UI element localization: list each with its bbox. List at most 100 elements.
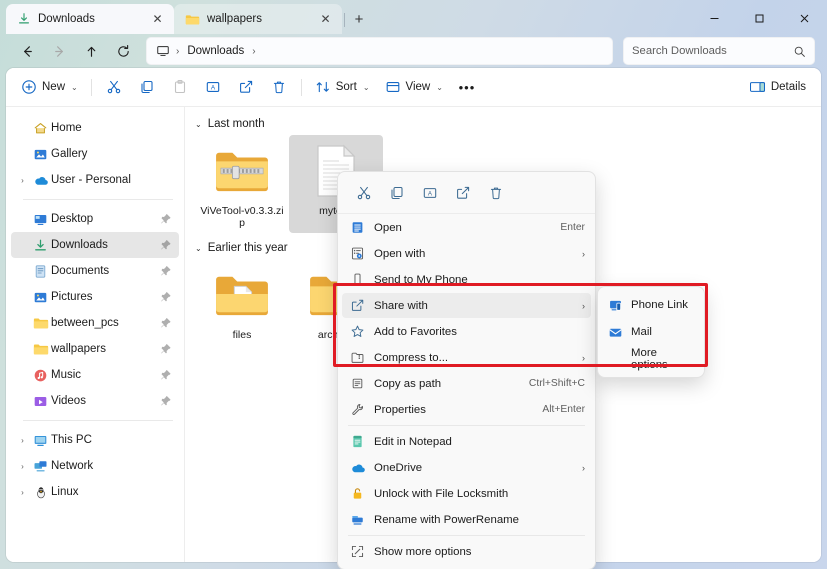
- more-button[interactable]: •••: [451, 73, 483, 102]
- delete-button[interactable]: [263, 73, 295, 102]
- menu-item-copy-as-path[interactable]: Copy as path Ctrl+Shift+C: [342, 371, 591, 396]
- submenu-item-label: More options: [631, 347, 668, 371]
- sidebar-item-music[interactable]: Music: [11, 362, 179, 388]
- file-explorer-window: Downloads ✕ wallpapers ✕ + › Downloads ›…: [0, 0, 827, 569]
- pin-icon[interactable]: [160, 395, 172, 407]
- new-button[interactable]: New ⌄: [14, 73, 85, 102]
- sidebar-item-between-pcs[interactable]: between_pcs: [11, 310, 179, 336]
- tab-label: wallpapers: [207, 13, 262, 25]
- pin-icon[interactable]: [160, 265, 172, 277]
- view-button[interactable]: View ⌄: [378, 73, 450, 102]
- pin-icon[interactable]: [160, 369, 172, 381]
- sidebar-divider: [23, 199, 173, 200]
- new-tab-button[interactable]: +: [346, 6, 372, 32]
- forward-button[interactable]: [44, 38, 74, 65]
- sidebar-item-desktop[interactable]: Desktop: [11, 206, 179, 232]
- folder-with-file-icon: [213, 264, 271, 326]
- chevron-right-icon[interactable]: ›: [15, 176, 30, 185]
- cut-icon[interactable]: [348, 179, 379, 207]
- breadcrumb[interactable]: › Downloads ›: [146, 37, 613, 65]
- pin-icon[interactable]: [160, 317, 172, 329]
- chevron-down-icon: ⌄: [436, 82, 443, 92]
- downloads-icon: [17, 12, 31, 26]
- close-icon[interactable]: ✕: [317, 11, 334, 28]
- menu-item-share-with[interactable]: Share with ›: [342, 293, 591, 318]
- sidebar-item-downloads[interactable]: Downloads: [11, 232, 179, 258]
- pin-icon[interactable]: [160, 239, 172, 251]
- folder-icon: [30, 316, 51, 330]
- file-item-files[interactable]: files: [195, 259, 289, 345]
- submenu-item-phone-link[interactable]: Phone Link: [602, 292, 700, 318]
- sidebar-item-label: Documents: [51, 265, 110, 277]
- tab-downloads[interactable]: Downloads ✕: [6, 4, 174, 34]
- menu-item-properties[interactable]: Properties Alt+Enter: [342, 397, 591, 422]
- menu-item-unlock-with-file-locksmith[interactable]: Unlock with File Locksmith: [342, 481, 591, 506]
- sidebar-item-label: Desktop: [51, 213, 94, 225]
- sidebar-item-this-pc[interactable]: › This PC: [11, 427, 179, 453]
- sidebar-item-wallpapers[interactable]: wallpapers: [11, 336, 179, 362]
- folder-icon: [30, 342, 51, 356]
- menu-item-open[interactable]: Open Enter: [342, 215, 591, 240]
- close-icon[interactable]: ✕: [149, 11, 166, 28]
- menu-item-label: Compress to...: [374, 351, 449, 364]
- submenu-item-label: Phone Link: [631, 299, 688, 311]
- sort-button[interactable]: Sort ⌄: [308, 73, 377, 102]
- details-pane-button[interactable]: Details: [742, 73, 813, 102]
- submenu-item-mail[interactable]: Mail: [602, 319, 700, 345]
- notepad-icon: [350, 434, 374, 449]
- menu-item-add-to-favorites[interactable]: Add to Favorites: [342, 319, 591, 344]
- chevron-down-icon[interactable]: ⌄: [195, 120, 202, 129]
- pictures-icon: [30, 290, 51, 305]
- pin-icon[interactable]: [160, 291, 172, 303]
- sidebar-item-gallery[interactable]: Gallery: [11, 141, 179, 167]
- tab-wallpapers[interactable]: wallpapers ✕: [174, 4, 342, 34]
- paste-button[interactable]: [164, 73, 196, 102]
- sidebar-item-home[interactable]: Home: [11, 115, 179, 141]
- rename-button[interactable]: A: [197, 73, 229, 102]
- chevron-right-icon[interactable]: ›: [15, 488, 30, 497]
- delete-icon[interactable]: [480, 179, 511, 207]
- refresh-button[interactable]: [108, 38, 138, 65]
- file-item-label: files: [232, 329, 252, 341]
- sidebar-item-label: Linux: [51, 486, 79, 498]
- chevron-right-icon[interactable]: ›: [15, 436, 30, 445]
- sidebar-item-user-personal[interactable]: › User - Personal: [11, 167, 179, 193]
- share-button[interactable]: [230, 73, 262, 102]
- pin-icon[interactable]: [160, 213, 172, 225]
- file-item-vivetool[interactable]: ViVeTool-v0.3.3.zip: [195, 135, 289, 233]
- search-box[interactable]: Search Downloads: [623, 37, 815, 65]
- copy-icon[interactable]: [381, 179, 412, 207]
- menu-item-edit-in-notepad[interactable]: Edit in Notepad: [342, 429, 591, 454]
- submenu-item-more-options[interactable]: More options: [602, 346, 700, 372]
- minimize-button[interactable]: [692, 2, 737, 34]
- menu-item-open-with[interactable]: Open with ›: [342, 241, 591, 266]
- close-button[interactable]: [782, 2, 827, 34]
- share-icon[interactable]: [447, 179, 478, 207]
- cut-button[interactable]: [98, 73, 130, 102]
- maximize-button[interactable]: [737, 2, 782, 34]
- copy-button[interactable]: [131, 73, 163, 102]
- menu-item-send-to-my-phone[interactable]: Send to My Phone: [342, 267, 591, 292]
- chevron-down-icon[interactable]: ⌄: [195, 244, 202, 253]
- breadcrumb-separator-trailing[interactable]: ›: [252, 46, 255, 57]
- sidebar-item-pictures[interactable]: Pictures: [11, 284, 179, 310]
- menu-item-compress-to[interactable]: Compress to... ›: [342, 345, 591, 370]
- up-button[interactable]: [76, 38, 106, 65]
- search-input-placeholder[interactable]: Search Downloads: [632, 45, 793, 57]
- menu-item-label: Edit in Notepad: [374, 435, 452, 448]
- rename-icon[interactable]: A: [414, 179, 445, 207]
- menu-item-show-more-options[interactable]: Show more options: [342, 539, 591, 564]
- sidebar-item-network[interactable]: › Network: [11, 453, 179, 479]
- menu-item-rename-with-powerrename[interactable]: Rename with PowerRename: [342, 507, 591, 532]
- chevron-right-icon[interactable]: ›: [15, 462, 30, 471]
- command-bar: New ⌄ A Sort ⌄ View ⌄ ••• Details: [6, 68, 821, 107]
- back-button[interactable]: [12, 38, 42, 65]
- breadcrumb-current[interactable]: Downloads: [183, 43, 248, 59]
- gallery-icon: [30, 147, 51, 162]
- sidebar-item-documents[interactable]: Documents: [11, 258, 179, 284]
- group-header-last-month[interactable]: ⌄ Last month: [189, 113, 821, 135]
- menu-item-onedrive[interactable]: OneDrive ›: [342, 455, 591, 480]
- sidebar-item-videos[interactable]: Videos: [11, 388, 179, 414]
- pin-icon[interactable]: [160, 343, 172, 355]
- sidebar-item-linux[interactable]: › Linux: [11, 479, 179, 505]
